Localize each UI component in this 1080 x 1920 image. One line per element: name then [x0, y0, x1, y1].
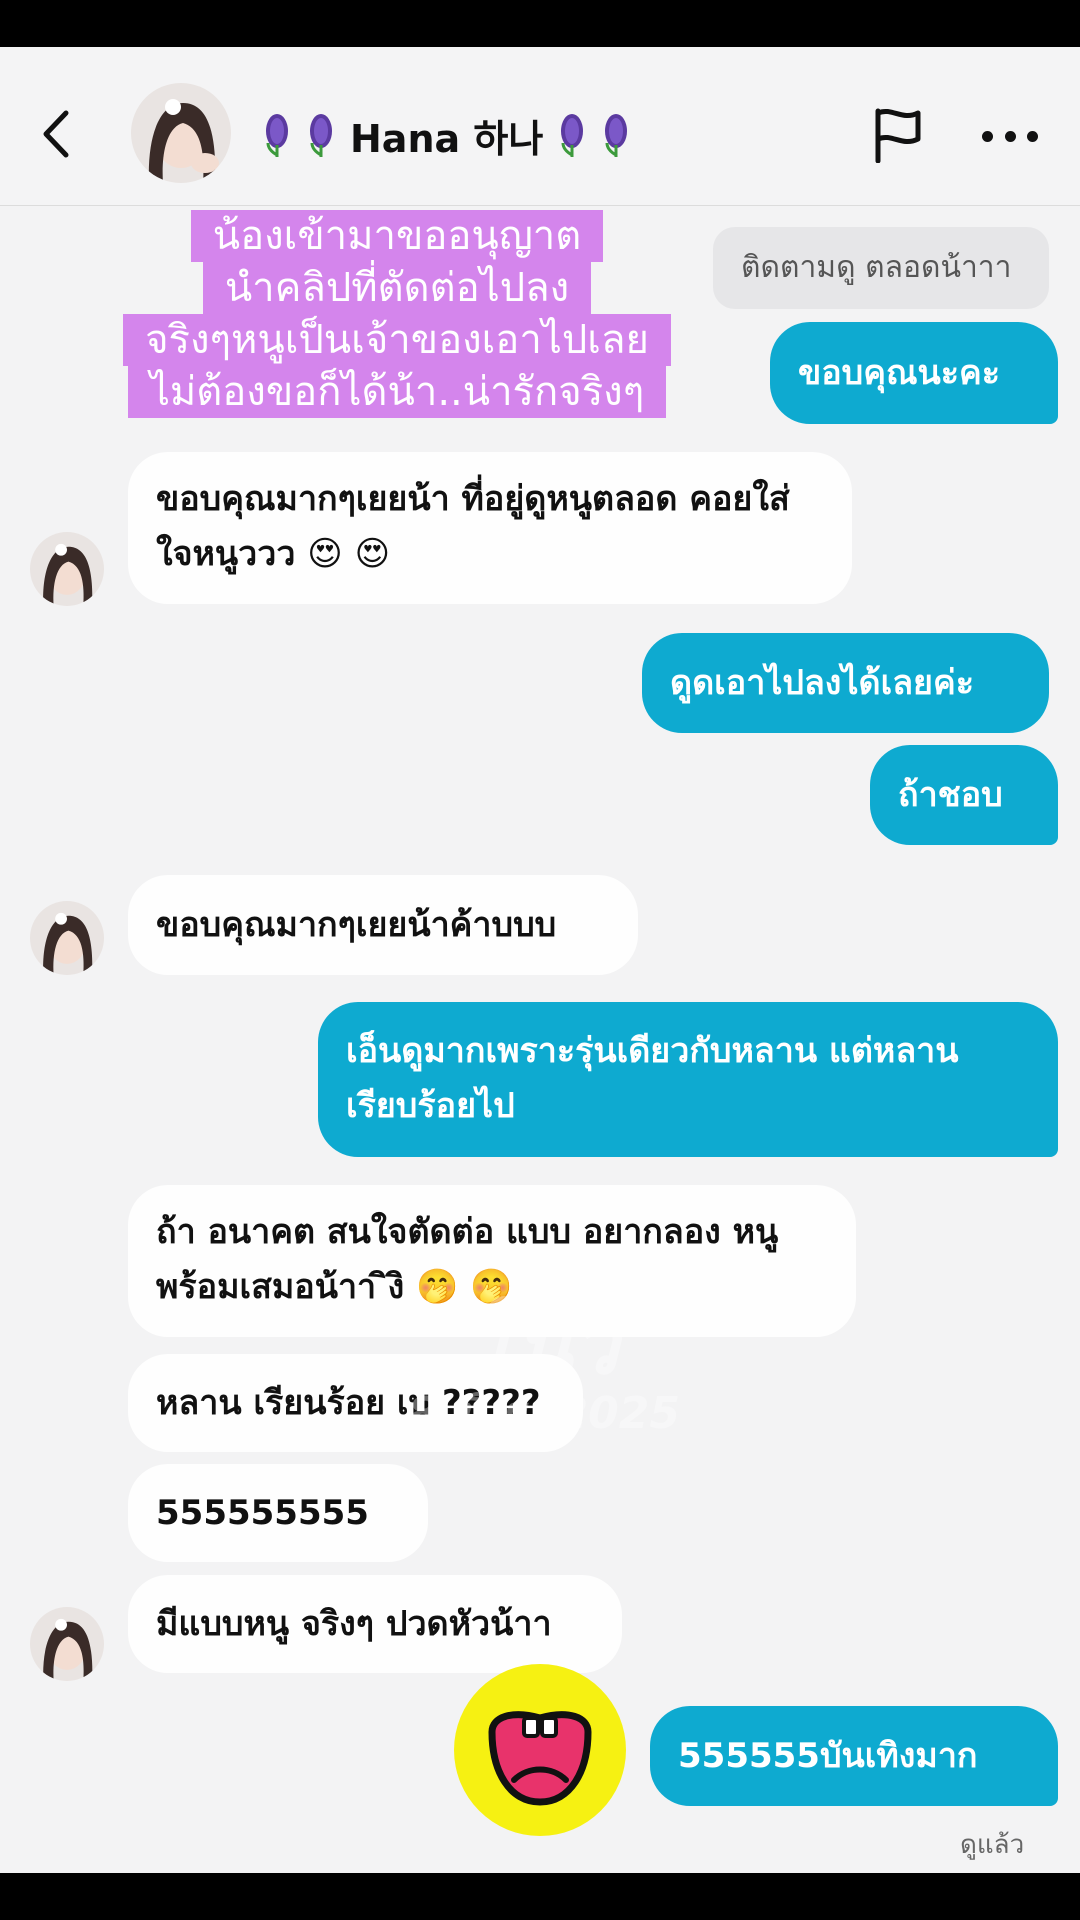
watermark-title: โนวี่: [469, 1295, 619, 1393]
watermark-date: 8 มิ.ย. 2025: [408, 1388, 680, 1439]
message-out[interactable]: ขอบคุณนะคะ: [770, 322, 1058, 424]
overlay-line: ไม่ต้องขอก็ได้น้า..น่ารักจริงๆ: [127, 366, 667, 418]
message-in[interactable]: 555555555: [128, 1464, 428, 1562]
hyacinth-emoji-icon: [561, 114, 584, 157]
chat-header: Hana 하나: [0, 47, 1080, 206]
flag-icon[interactable]: [872, 107, 924, 163]
hyacinth-emoji-icon: [266, 114, 288, 157]
reply-preview: ติดตามดู ตลอดน้าาา: [713, 227, 1049, 309]
chevron-left-icon[interactable]: [38, 109, 74, 159]
contact-avatar-small[interactable]: [30, 1607, 104, 1681]
message-out[interactable]: ถ้าชอบ: [870, 745, 1058, 845]
overlay-caption: น้องเข้ามาขออนุญาต นำคลิปที่ตัดต่อไปลง จ…: [88, 210, 706, 418]
contact-avatar[interactable]: [131, 83, 231, 183]
contact-avatar-small[interactable]: [30, 532, 104, 606]
contact-avatar-small[interactable]: [30, 901, 104, 975]
message-out[interactable]: เอ็นดูมากเพราะรุ่นเดียวกับหลาน แต่หลานเร…: [318, 1002, 1058, 1157]
chat-title[interactable]: Hana 하나: [262, 107, 631, 163]
hyacinth-emoji-icon: [605, 114, 628, 157]
more-dots-icon[interactable]: [982, 131, 1038, 145]
message-out[interactable]: 555555บันเทิงมาก: [650, 1706, 1058, 1806]
message-out[interactable]: ดูดเอาไปลงได้เลยค่ะ: [642, 633, 1049, 733]
watermark: โนวี่ 8 มิ.ย. 2025: [408, 1299, 680, 1439]
contact-name: Hana 하나: [350, 116, 544, 161]
chat-screen: Hana 하나 ติดตามดู ตลอดน้าาา น้องเข้ามาขออ…: [0, 47, 1080, 1873]
overlay-line: นำคลิปที่ตัดต่อไปลง: [202, 262, 592, 314]
message-in[interactable]: มีแบบหนู จริงๆ ปวดหัวน้าา: [128, 1575, 622, 1673]
message-in[interactable]: ขอบคุณมากๆเยยน้า ที่อยู่ดูหนูตลอด คอยใส่…: [128, 452, 852, 604]
seen-status: ดูแล้ว: [960, 1830, 1025, 1860]
overlay-line: จริงๆหนูเป็นเจ้าของเอาไปเลย: [123, 314, 671, 366]
message-in[interactable]: ขอบคุณมากๆเยยน้าค้าบบบ: [128, 875, 638, 975]
hyacinth-emoji-icon: [310, 114, 332, 157]
laughing-face-sticker[interactable]: [452, 1662, 628, 1838]
overlay-line: น้องเข้ามาขออนุญาต: [190, 210, 604, 262]
